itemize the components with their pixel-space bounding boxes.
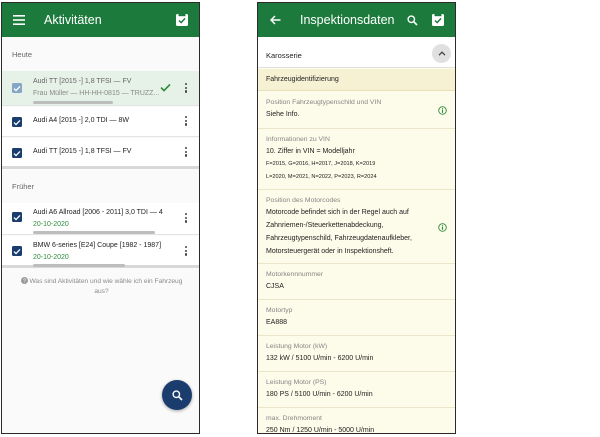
group-title: Fahrzeugidentifizierung xyxy=(266,76,339,83)
field-value: 10. Ziffer in VIN = Modelljahr xyxy=(266,148,355,155)
help-icon: ? xyxy=(20,277,28,284)
section-title: Karosserie xyxy=(266,51,302,60)
progress-bar xyxy=(33,101,113,104)
field-value: 180 PS / 5100 U/min - 6200 U/min xyxy=(266,391,373,398)
activity-row[interactable]: Audi TT [2015 -] 1,8 TFSI — FV Frau Müll… xyxy=(2,71,199,106)
svg-text:?: ? xyxy=(23,278,26,284)
section-earlier: Früher xyxy=(12,182,35,191)
help-text-cont: aus? xyxy=(94,288,109,295)
help-text: Was sind Aktivitäten und wie wähle ich e… xyxy=(29,278,183,285)
field-value-line: F=2015, G=2016, H=2017, J=2018, K=2019 xyxy=(266,161,376,167)
divider xyxy=(258,189,455,190)
chevron-up-icon[interactable] xyxy=(432,44,451,63)
info-icon[interactable] xyxy=(437,222,447,232)
search-fab-button[interactable] xyxy=(162,380,192,410)
field-label: Motorkennnummer xyxy=(266,271,324,278)
divider xyxy=(258,128,455,129)
more-vert-icon[interactable] xyxy=(184,147,187,157)
activity-title: Audi TT [2015 -] 1,8 TFSI — FV xyxy=(33,148,132,155)
divider xyxy=(258,299,455,300)
group-header: Fahrzeugidentifizierung xyxy=(258,69,455,91)
activity-row[interactable]: Audi A4 [2015 -] 2,0 TDI — 8W xyxy=(2,107,199,137)
field-label: Motortyp xyxy=(266,307,293,314)
field-label: max. Drehmoment xyxy=(266,415,322,422)
field-value: Siehe Info. xyxy=(266,111,300,118)
field-value: 250 Nm / 1250 U/min - 5000 U/min xyxy=(266,427,375,434)
divider xyxy=(258,335,455,336)
field-value-line: Motorcode befindet sich in der Regel auc… xyxy=(266,209,409,216)
inspection-screen: Inspektionsdaten Karosserie Fahrzeugiden… xyxy=(257,2,456,434)
checklist-icon[interactable] xyxy=(175,13,188,26)
menu-icon[interactable] xyxy=(12,13,26,27)
activity-subtitle: Frau Müller — HH-HH-0815 — TRUZZ... xyxy=(33,90,160,97)
app-bar: Aktivitäten xyxy=(2,3,199,37)
activity-title: Audi A4 [2015 -] 2,0 TDI — 8W xyxy=(33,117,129,124)
checkbox-checked-icon[interactable] xyxy=(12,212,22,222)
more-vert-icon[interactable] xyxy=(184,83,187,93)
activity-row[interactable]: BMW 6-series [E24] Coupe [1982 - 1987] 2… xyxy=(2,236,199,268)
field-label: Leistung Motor (PS) xyxy=(266,379,327,386)
checklist-icon[interactable] xyxy=(431,13,444,26)
field-value-line: L=2020, M=2021, N=2022, P=2023, R=2024 xyxy=(266,174,377,180)
more-vert-icon[interactable] xyxy=(184,116,187,126)
info-icon[interactable] xyxy=(437,105,447,115)
activity-title: Audi A6 Allroad [2006 - 2011] 3,0 TDI — … xyxy=(33,209,163,216)
field-label: Informationen zu VIN xyxy=(266,136,330,143)
progress-bar xyxy=(33,264,125,267)
activity-row[interactable]: Audi TT [2015 -] 1,8 TFSI — FV xyxy=(2,138,199,169)
help-link[interactable]: ? Was sind Aktivitäten und wie wähle ich… xyxy=(10,277,193,297)
progress-bar xyxy=(33,231,155,234)
activity-title: Audi TT [2015 -] 1,8 TFSI — FV xyxy=(33,78,132,85)
field-value: 132 kW / 5100 U/min - 6200 U/min xyxy=(266,355,374,362)
activity-date: 20-10-2020 xyxy=(33,254,69,261)
divider xyxy=(258,407,455,408)
more-vert-icon[interactable] xyxy=(184,213,187,223)
checkbox-checked-icon[interactable] xyxy=(12,117,22,127)
search-icon[interactable] xyxy=(406,14,418,26)
activities-screen: Aktivitäten Heute Audi TT [2015 -] 1,8 T… xyxy=(1,2,200,434)
page-title: Aktivitäten xyxy=(44,13,102,27)
more-vert-icon[interactable] xyxy=(184,246,187,256)
check-icon xyxy=(159,81,171,93)
back-arrow-icon[interactable] xyxy=(269,14,281,26)
activity-date: 20-10-2020 xyxy=(33,221,69,228)
divider xyxy=(258,371,455,372)
field-value: CJSA xyxy=(266,283,284,290)
activity-row[interactable]: Audi A6 Allroad [2006 - 2011] 3,0 TDI — … xyxy=(2,203,199,235)
checkbox-checked-icon[interactable] xyxy=(12,148,22,158)
field-label: Position Fahrzeugtypenschild und VIN xyxy=(266,99,382,106)
field-value: EA888 xyxy=(266,319,288,326)
divider xyxy=(258,263,455,264)
page-title: Inspektionsdaten xyxy=(300,13,395,27)
checkbox-checked-icon[interactable] xyxy=(12,246,22,256)
section-today: Heute xyxy=(12,50,33,59)
field-label: Leistung Motor (kW) xyxy=(266,343,328,350)
field-value-line: Fahrzeugtypenschild, Fahrzeugdatenaufkle… xyxy=(266,235,412,242)
checkbox-checked-icon[interactable] xyxy=(12,83,22,93)
activity-title: BMW 6-series [E24] Coupe [1982 - 1987] xyxy=(33,242,162,249)
field-value-line: Motorsteuergerät oder in Inspektionsheft… xyxy=(266,248,394,255)
app-bar: Inspektionsdaten xyxy=(258,3,455,37)
field-value-line: Zahnriemen-/Steuerkettenabdeckung, xyxy=(266,222,384,229)
section-header-karosserie[interactable]: Karosserie xyxy=(258,37,455,68)
search-icon xyxy=(171,389,183,401)
field-label: Position des Motorcodes xyxy=(266,197,341,204)
